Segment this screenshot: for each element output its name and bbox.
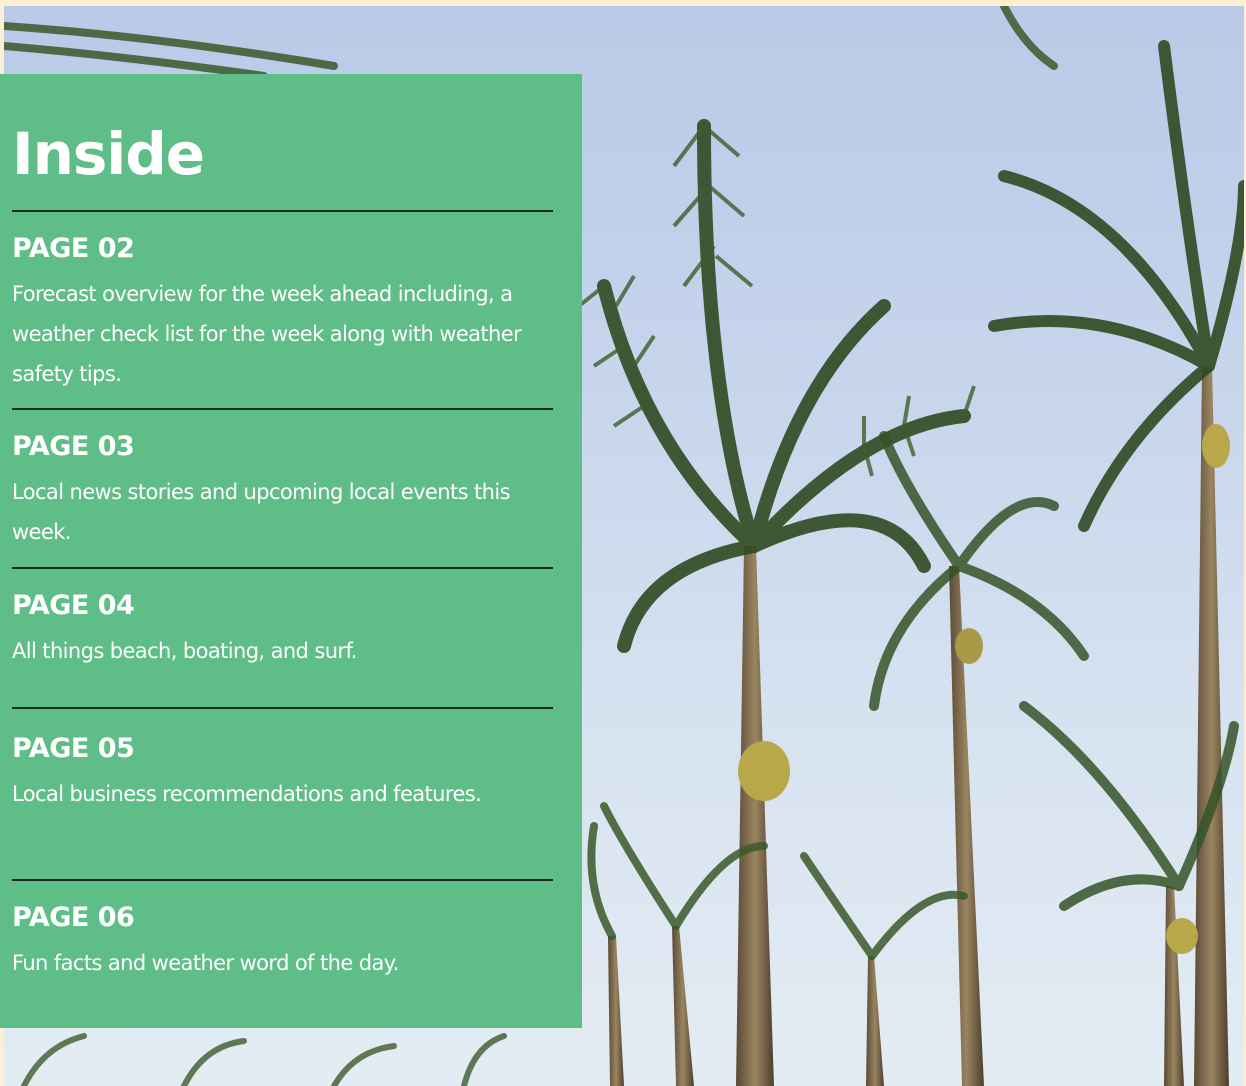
section-page-number: PAGE 06 <box>12 902 135 933</box>
section-page-number: PAGE 02 <box>12 233 135 264</box>
section-page-03: PAGE 03 Local news stories and upcoming … <box>12 430 552 552</box>
section-page-number: PAGE 03 <box>12 431 135 462</box>
section-page-number: PAGE 04 <box>12 590 135 621</box>
section-page-06: PAGE 06 Fun facts and weather word of th… <box>12 901 552 983</box>
section-page-05: PAGE 05 Local business recommendations a… <box>12 732 552 814</box>
section-description: Local news stories and upcoming local ev… <box>12 480 511 544</box>
section-page-02: PAGE 02 Forecast overview for the week a… <box>12 232 552 394</box>
section-divider <box>12 567 553 569</box>
section-description: Forecast overview for the week ahead inc… <box>12 282 522 386</box>
section-description: Local business recommendations and featu… <box>12 782 482 806</box>
section-page-04: PAGE 04 All things beach, boating, and s… <box>12 589 552 671</box>
section-divider <box>12 879 553 881</box>
section-description: Fun facts and weather word of the day. <box>12 951 399 975</box>
section-page-number: PAGE 05 <box>12 733 135 764</box>
section-divider <box>12 210 553 212</box>
section-description: All things beach, boating, and surf. <box>12 639 357 663</box>
section-divider <box>12 707 553 709</box>
section-divider <box>12 408 553 410</box>
inside-heading: Inside <box>12 120 205 188</box>
